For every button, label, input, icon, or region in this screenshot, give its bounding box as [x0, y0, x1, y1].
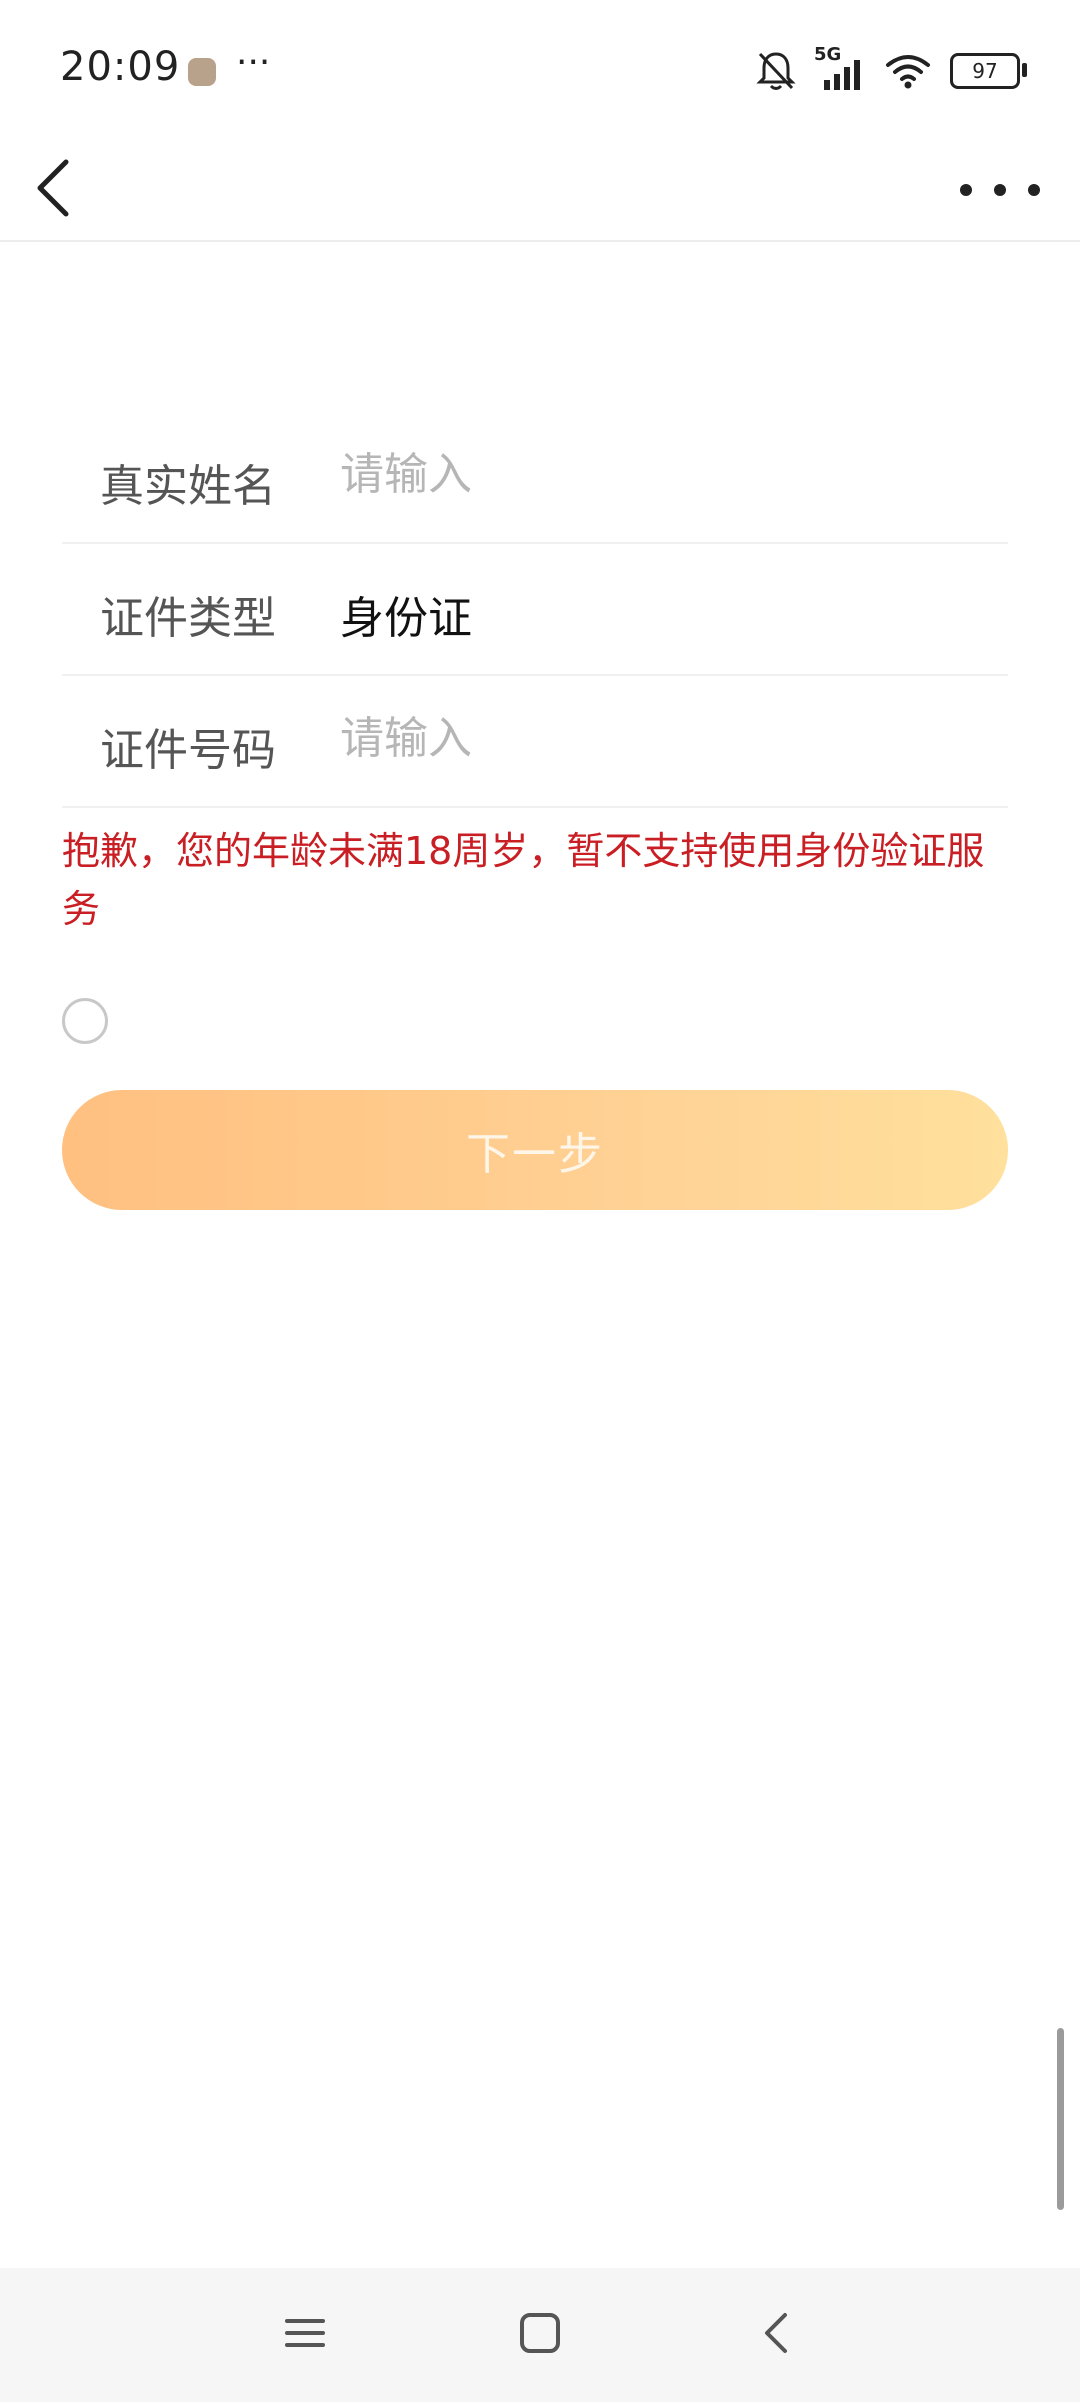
nav-back-button[interactable] [735, 2298, 815, 2368]
hamburger-icon [285, 2319, 325, 2347]
status-time: 20:09 [60, 44, 181, 90]
name-row: 真实姓名 [62, 412, 1008, 544]
square-icon [520, 2313, 560, 2353]
scrollbar[interactable] [1057, 2028, 1064, 2210]
next-step-button[interactable]: 下一步 [62, 1090, 1008, 1210]
more-options-icon[interactable] [960, 164, 1040, 216]
id-type-label: 证件类型 [100, 593, 276, 644]
status-bar: 20:09 ··· 5G 97 [0, 0, 1080, 140]
bell-muted-icon [756, 52, 796, 90]
id-number-label: 证件号码 [100, 725, 276, 776]
agreement-radio[interactable] [62, 998, 108, 1044]
battery-icon: 97 [950, 53, 1027, 89]
status-more-indicator: ··· [236, 42, 271, 83]
id-number-input[interactable] [340, 706, 980, 770]
age-error-message: 抱歉，您的年龄未满18周岁，暂不支持使用身份验证服务 [62, 829, 985, 931]
nav-menu-button[interactable] [265, 2298, 345, 2368]
top-bar [0, 140, 1080, 242]
notification-app-icon [188, 58, 216, 86]
id-type-value[interactable]: 身份证 [340, 582, 472, 646]
name-input[interactable] [340, 442, 980, 506]
identity-form: 真实姓名 证件类型 身份证 证件号码 [62, 412, 1008, 808]
cellular-signal-icon: 5G [814, 44, 866, 92]
system-nav-bar [0, 2268, 1080, 2402]
status-icons: 5G 97 [756, 44, 1027, 96]
id-number-row: 证件号码 [62, 676, 1008, 808]
name-label: 真实姓名 [100, 461, 276, 512]
back-icon[interactable] [30, 148, 78, 228]
id-type-row[interactable]: 证件类型 身份证 [62, 544, 1008, 676]
chevron-left-icon [765, 2313, 787, 2353]
nav-home-button[interactable] [500, 2298, 580, 2368]
wifi-icon [886, 55, 930, 89]
